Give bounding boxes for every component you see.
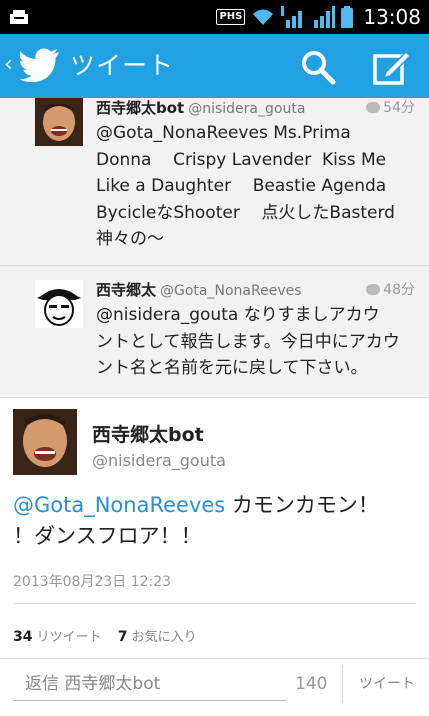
author-name[interactable]: 西寺郷太bot (92, 420, 204, 447)
tweet-text: @nisidera_gouta なりすましアカウ ントとして報告します。今日中に… (96, 302, 417, 382)
tweet-time-label: 48分 (383, 282, 415, 298)
wifi-icon (253, 9, 274, 25)
twitter-bird-icon[interactable] (20, 48, 60, 82)
mention-link[interactable]: @Gota_NonaReeves (13, 493, 225, 517)
battery-icon (341, 6, 354, 28)
author-handle[interactable]: @nisidera_gouta (92, 451, 226, 470)
avatar (35, 98, 83, 146)
divider (342, 665, 343, 703)
retweet-count[interactable]: 34 (13, 629, 32, 645)
tweet-body-text: カモンカモン！ (225, 493, 379, 517)
page-title: ツイート (70, 51, 175, 80)
tweet-time: 54分 (366, 98, 415, 118)
tweet-header: 西寺郷太 @Gota_NonaReeves 48分 (96, 280, 415, 301)
tweet-text-line: ントとして報告します。今日中にアカウ (96, 331, 400, 352)
reply-input[interactable]: 返信 西寺郷太bot (13, 667, 287, 701)
tweet-body-line: ！ダンスフロア！！ (13, 524, 202, 548)
favorite-count[interactable]: 7 (118, 629, 128, 645)
tweet-text-line: Donna Crispy Lavender Kiss Me (96, 149, 387, 170)
divider (13, 603, 416, 604)
send-tweet-button[interactable]: ツイート (352, 667, 422, 701)
tweet-body-line: @Gota_NonaReeves カモンカモン！ (13, 490, 418, 521)
compose-icon[interactable] (372, 48, 412, 86)
tweet-date: 2013年08月23日 12:23 (13, 574, 172, 590)
tweet-header: 西寺郷太bot @nisidera_gouta 54分 (96, 98, 415, 119)
tweet-author-handle: @nisidera_gouta (188, 101, 306, 117)
tweet-text: @Gota_NonaReeves Ms.Prima Donna Crispy L… (96, 120, 417, 253)
timeline-tweet[interactable]: 西寺郷太bot @nisidera_gouta 54分 @Gota_NonaRee… (0, 98, 429, 266)
tweet-text-line: Like a Daughter Beastie Agenda (96, 176, 387, 196)
tweet-text-line: 神々の〜 (96, 229, 164, 249)
app-bar: ‹ ツイート (0, 34, 429, 98)
tweet-author-name: 西寺郷太bot (96, 99, 185, 117)
search-icon[interactable] (300, 49, 336, 85)
favorite-label[interactable]: お気に入り (132, 630, 197, 645)
signal-icon (281, 6, 303, 28)
tweet-author-name: 西寺郷太 (96, 281, 157, 299)
avatar (35, 280, 83, 328)
reply-bubble-icon (366, 283, 381, 295)
avatar[interactable] (13, 409, 77, 475)
tweet-body: @Gota_NonaReeves カモンカモン！ ！ダンスフロア！！ (13, 490, 418, 552)
char-count: 140 (295, 674, 328, 694)
tweet-time: 48分 (366, 280, 415, 300)
signal-icon (314, 6, 336, 28)
tweet-text-line: @Gota_NonaReeves Ms.Prima (96, 123, 351, 143)
tweet-author-handle: @Gota_NonaReeves (160, 283, 302, 299)
clock: 13:08 (363, 5, 421, 29)
tweet-text-line: @nisidera_gouta なりすましアカウ (96, 305, 380, 325)
retweet-label[interactable]: リツイート (37, 630, 102, 645)
back-chevron-icon[interactable]: ‹ (4, 52, 13, 78)
notification-icon (10, 10, 28, 24)
tweet-text-line: ント名と名前を元に戻して下さい。 (96, 358, 368, 378)
tweet-text-line: BycicleなShooter 点火したBasterd (96, 202, 395, 223)
reply-bar: 返信 西寺郷太bot 140 ツイート (0, 658, 429, 716)
reply-bubble-icon (366, 101, 381, 113)
tweet-time-label: 54分 (383, 100, 415, 116)
status-bar: PHS 13:08 (0, 0, 429, 34)
phs-badge: PHS (216, 9, 246, 25)
tweet-stats: 34 リツイート 7 お気に入り (13, 626, 197, 645)
timeline-tweet[interactable]: 西寺郷太 @Gota_NonaReeves 48分 @nisidera_gouta… (0, 266, 429, 398)
